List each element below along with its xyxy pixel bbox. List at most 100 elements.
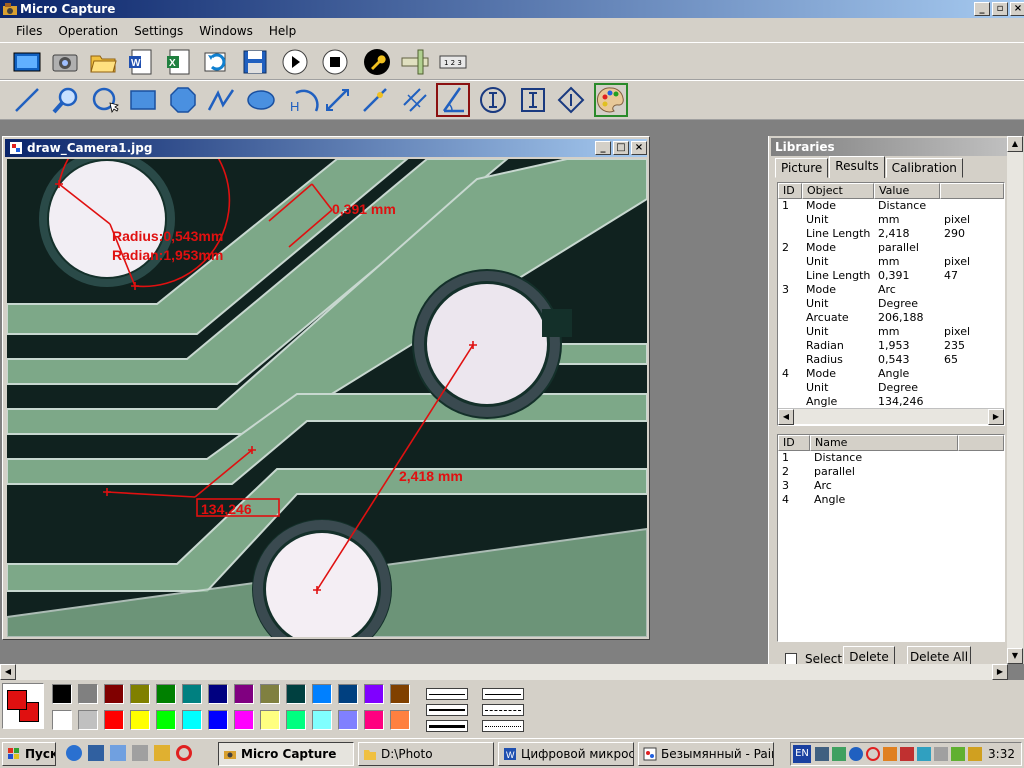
color-swatch[interactable] [182, 710, 202, 730]
scale-ruler-icon[interactable]: 1 2 3 [436, 45, 470, 79]
results-row[interactable]: Radius 0,543 65 [778, 353, 1004, 367]
color-swatch[interactable] [338, 684, 358, 704]
menu-settings[interactable]: Settings [126, 18, 191, 42]
language-indicator[interactable]: EN [793, 745, 811, 763]
results-row[interactable]: Unit Degree [778, 381, 1004, 395]
results-row[interactable]: Line Length 2,418 290 [778, 227, 1004, 241]
word-document-icon[interactable]: W [124, 45, 158, 79]
results-row[interactable]: Line Length 0,391 47 [778, 269, 1004, 283]
objects-row[interactable]: 4 Angle [778, 493, 1004, 507]
results-row[interactable]: Unit mm pixel [778, 255, 1004, 269]
rectangle-tool-icon[interactable] [126, 83, 160, 117]
scroll-up-icon[interactable]: ▲ [1007, 136, 1023, 152]
browser-tray-icon[interactable] [849, 747, 863, 761]
line-thin-style[interactable] [426, 688, 468, 700]
line-thick-style[interactable] [426, 720, 468, 732]
color-swatch[interactable] [234, 684, 254, 704]
image-minimize-button[interactable]: _ [595, 141, 611, 155]
col-extra[interactable] [940, 183, 1004, 199]
color-swatch[interactable] [156, 710, 176, 730]
color-swatch[interactable] [260, 684, 280, 704]
sync-icon[interactable] [917, 747, 931, 761]
restore-button[interactable]: ▫ [992, 2, 1008, 16]
distance-tool-icon[interactable] [320, 83, 354, 117]
opera-icon[interactable] [176, 745, 192, 761]
color-swatch[interactable] [208, 710, 228, 730]
image-maximize-button[interactable]: □ [613, 141, 629, 155]
results-row[interactable]: 1 Mode Distance [778, 199, 1004, 213]
desktop-icon[interactable] [110, 745, 126, 761]
objects-row[interactable]: 3 Arc [778, 479, 1004, 493]
color-swatch[interactable] [390, 684, 410, 704]
line-medium-style[interactable] [426, 704, 468, 716]
color-swatch[interactable] [156, 684, 176, 704]
camera-icon[interactable] [48, 45, 82, 79]
open-folder-icon[interactable] [86, 45, 120, 79]
calculator-icon[interactable] [132, 745, 148, 761]
libraries-vscroll[interactable]: ▲ ▼ [1007, 136, 1023, 664]
main-scroll-right-icon[interactable]: ▶ [992, 664, 1008, 680]
results-row[interactable]: Unit mm pixel [778, 213, 1004, 227]
results-row[interactable]: 3 Mode Arc [778, 283, 1004, 297]
scroll-right-icon[interactable]: ▶ [988, 409, 1004, 425]
opera-tray-icon[interactable] [866, 747, 880, 761]
folder-icon[interactable] [154, 745, 170, 761]
scroll-left-icon[interactable]: ◀ [778, 409, 794, 425]
save-icon[interactable] [238, 45, 272, 79]
polyline-tool-icon[interactable] [204, 83, 238, 117]
color-swatch[interactable] [104, 710, 124, 730]
scroll-down-icon[interactable]: ▼ [1007, 648, 1023, 664]
color-swatch[interactable] [312, 684, 332, 704]
results-row[interactable]: Angle 134,246 [778, 395, 1004, 409]
task-word-document[interactable]: W Цифровой микроск... [498, 742, 634, 766]
nvidia-icon[interactable] [951, 747, 965, 761]
main-hscroll[interactable]: ◀ ▶ [0, 664, 1008, 680]
results-row[interactable]: Radian 1,953 235 [778, 339, 1004, 353]
color-swatch[interactable] [338, 710, 358, 730]
color-swatch[interactable] [364, 684, 384, 704]
task-paint[interactable]: Безымянный - Paint [638, 742, 774, 766]
color-swatch[interactable] [286, 684, 306, 704]
wrench-icon[interactable] [360, 45, 394, 79]
color-swatch[interactable] [182, 684, 202, 704]
col-value[interactable]: Value [874, 183, 940, 199]
color-swatch[interactable] [78, 710, 98, 730]
color-swatch[interactable] [78, 684, 98, 704]
security-icon[interactable] [900, 747, 914, 761]
results-row[interactable]: 4 Mode Angle [778, 367, 1004, 381]
color-swatch[interactable] [234, 710, 254, 730]
current-colors[interactable] [2, 683, 44, 729]
point-line-tool-icon[interactable] [358, 83, 392, 117]
results-row[interactable]: Unit mm pixel [778, 325, 1004, 339]
battery-icon[interactable] [968, 747, 982, 761]
line-dotted-style[interactable] [482, 720, 524, 732]
arc-tool-icon[interactable] [290, 83, 324, 117]
vertical-ibeam-icon[interactable] [476, 83, 510, 117]
col-object[interactable]: Object [802, 183, 874, 199]
magnifier-icon[interactable] [48, 83, 82, 117]
ellipse-tool-icon[interactable] [244, 83, 278, 117]
task-micro-capture[interactable]: Micro Capture [218, 742, 354, 766]
results-hscroll[interactable]: ◀ ▶ [778, 408, 1004, 425]
color-swatch[interactable] [130, 684, 150, 704]
color-swatch[interactable] [260, 710, 280, 730]
objects-row[interactable]: 1 Distance [778, 451, 1004, 465]
objects-row[interactable]: 2 parallel [778, 465, 1004, 479]
ruler-icon[interactable] [398, 45, 432, 79]
excel-icon[interactable]: X [162, 45, 196, 79]
start-button[interactable]: Пуск [2, 742, 56, 766]
color-swatch[interactable] [52, 710, 72, 730]
color-swatch[interactable] [130, 710, 150, 730]
circle-tool-icon[interactable] [88, 83, 122, 117]
clock[interactable]: 3:32 [988, 743, 1015, 765]
tab-results[interactable]: Results [829, 156, 885, 178]
menu-help[interactable]: Help [261, 18, 304, 42]
angle-tool-icon[interactable] [436, 83, 470, 117]
tab-picture[interactable]: Picture [775, 158, 829, 178]
primary-color[interactable] [7, 690, 27, 710]
results-row[interactable]: Unit Degree [778, 297, 1004, 311]
menu-files[interactable]: Files [8, 18, 50, 42]
col-id[interactable]: ID [778, 183, 802, 199]
explorer-icon[interactable] [88, 745, 104, 761]
menu-windows[interactable]: Windows [191, 18, 261, 42]
